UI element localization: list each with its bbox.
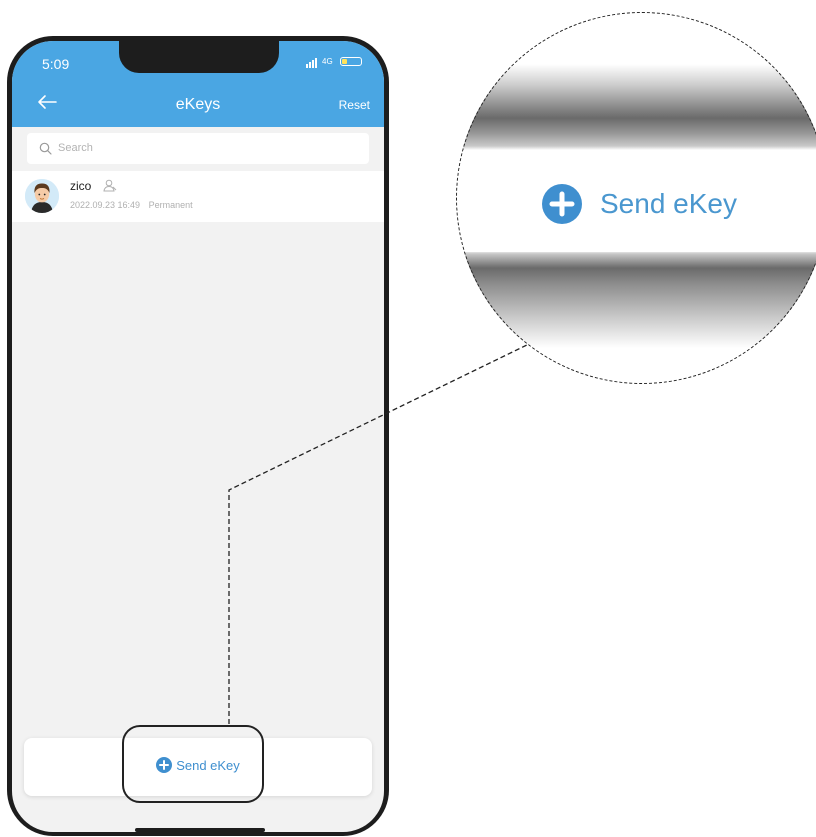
magnifier-border (456, 12, 816, 384)
